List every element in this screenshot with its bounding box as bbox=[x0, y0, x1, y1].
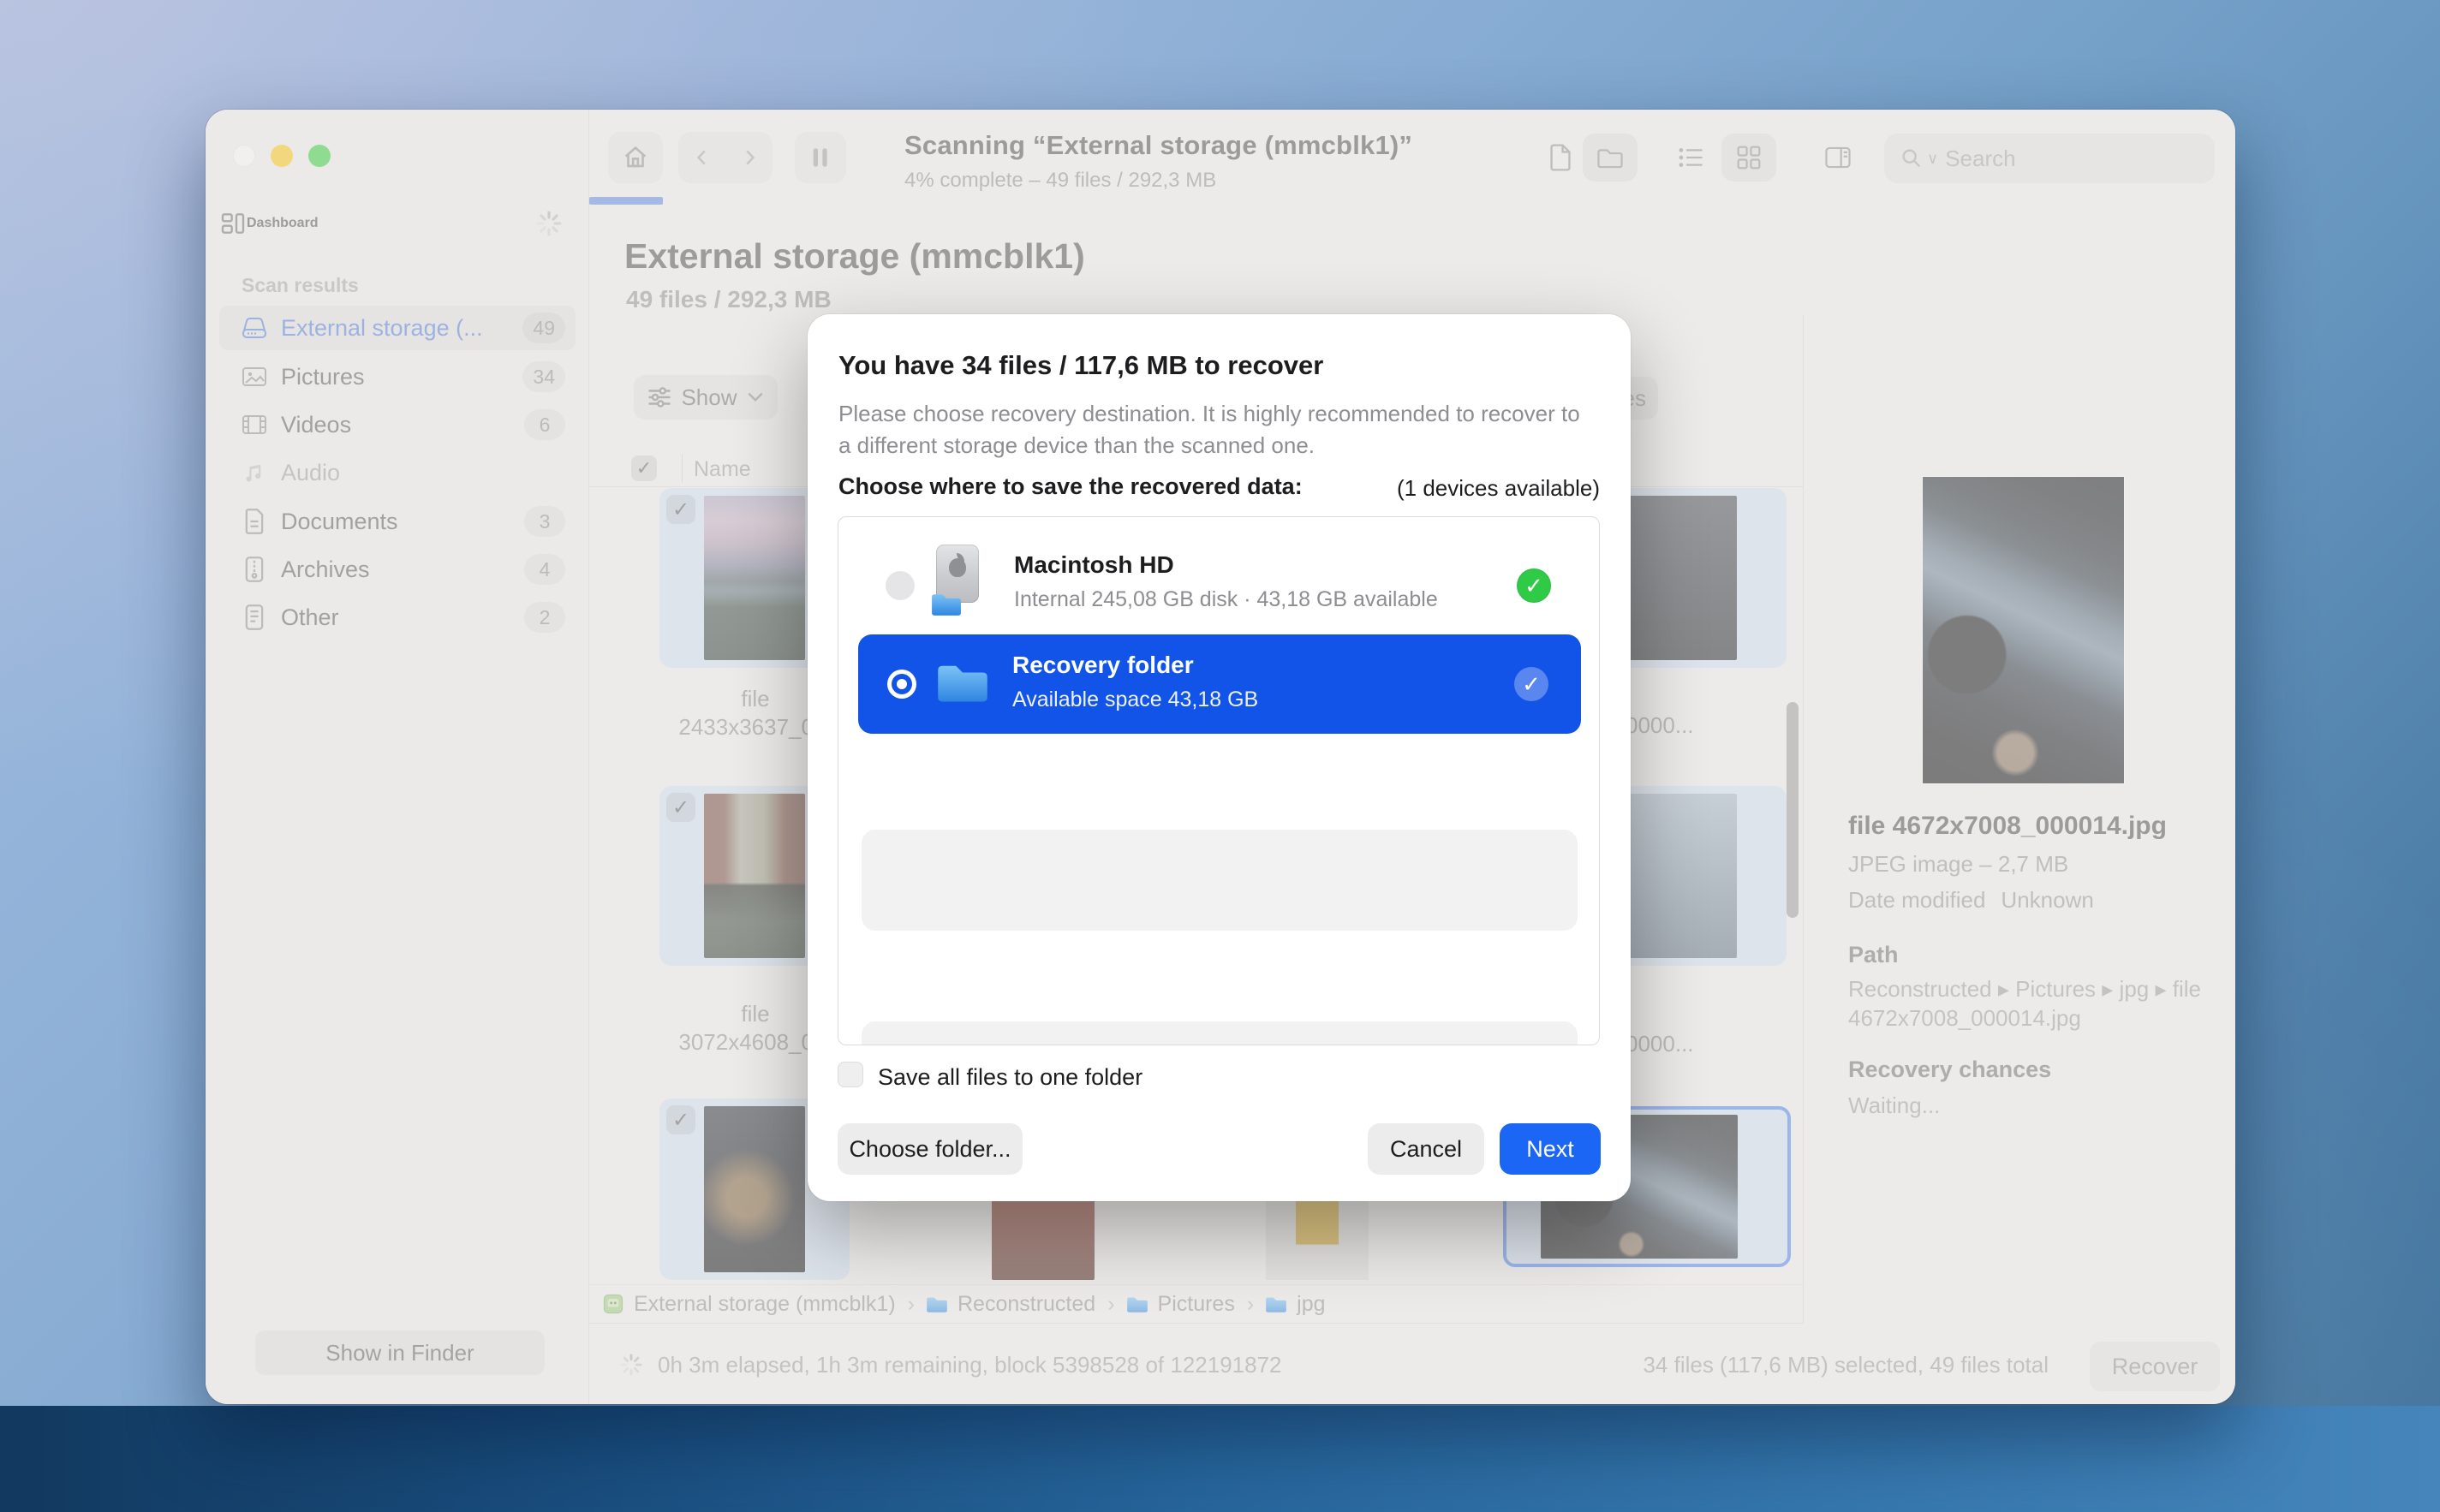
device-row-recovery-folder[interactable]: Recovery folder Available space 43,18 GB… bbox=[858, 634, 1581, 734]
macintosh-hd-icon bbox=[931, 545, 984, 618]
dialog-title: You have 34 files / 117,6 MB to recover bbox=[838, 350, 1323, 381]
radio-unselected[interactable] bbox=[886, 571, 915, 600]
device-info: Internal 245,08 GB disk · 43,18 GB avail… bbox=[1014, 587, 1438, 612]
choose-destination-label: Choose where to save the recovered data: bbox=[838, 473, 1303, 500]
device-ok-check-icon: ✓ bbox=[1517, 568, 1551, 603]
save-to-one-folder-checkbox[interactable] bbox=[838, 1062, 863, 1087]
recovery-destination-dialog: You have 34 files / 117,6 MB to recover … bbox=[808, 314, 1631, 1201]
dialog-description: Please choose recovery destination. It i… bbox=[838, 398, 1596, 461]
desktop-wallpaper-bottom-band bbox=[0, 1406, 2440, 1512]
recovery-folder-icon bbox=[934, 656, 992, 711]
save-to-one-folder-label: Save all files to one folder bbox=[878, 1064, 1142, 1091]
device-name: Macintosh HD bbox=[1014, 551, 1174, 579]
choose-folder-button[interactable]: Choose folder... bbox=[838, 1123, 1023, 1175]
device-list-placeholder bbox=[862, 830, 1578, 931]
device-name: Recovery folder bbox=[1012, 652, 1194, 679]
device-list-placeholder bbox=[862, 1021, 1578, 1045]
app-window: Dashboard Scan results External storage … bbox=[206, 110, 2235, 1404]
device-selected-check-icon: ✓ bbox=[1514, 667, 1548, 701]
cancel-button[interactable]: Cancel bbox=[1368, 1123, 1484, 1175]
devices-available-label: (1 devices available) bbox=[1397, 475, 1600, 502]
radio-selected[interactable] bbox=[887, 670, 916, 699]
next-button[interactable]: Next bbox=[1500, 1123, 1601, 1175]
destination-device-list: Macintosh HD Internal 245,08 GB disk · 4… bbox=[838, 516, 1600, 1045]
device-info: Available space 43,18 GB bbox=[1012, 688, 1258, 712]
